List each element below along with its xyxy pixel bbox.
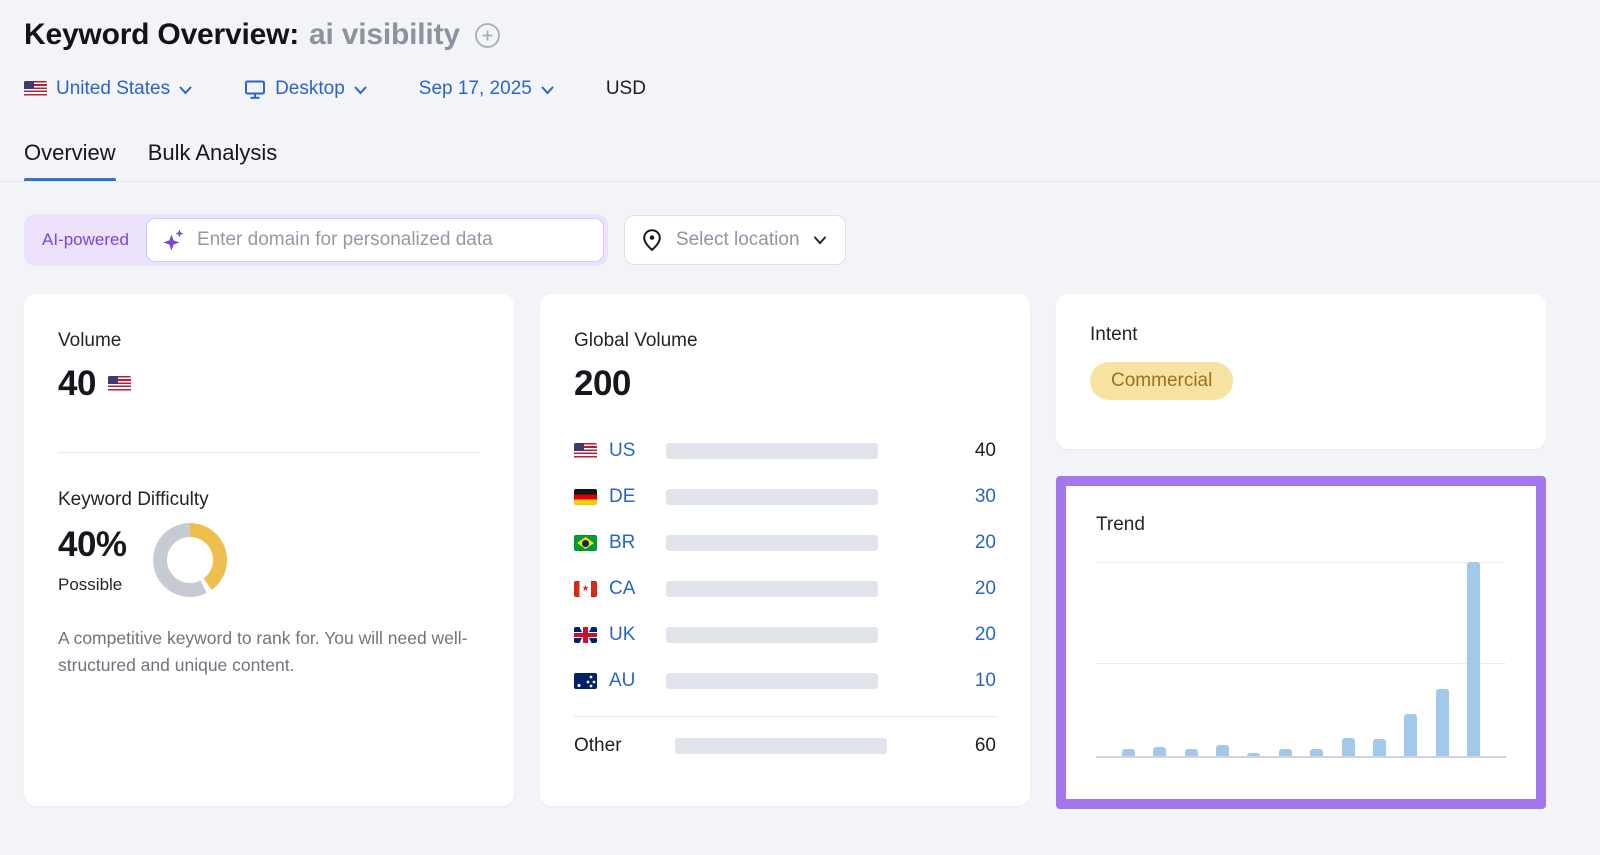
select-location-label: Select location [676, 229, 800, 251]
intent-title: Intent [1090, 324, 1512, 346]
card-divider [58, 452, 480, 453]
trend-bar [1436, 689, 1449, 757]
other-label: Other [574, 735, 666, 757]
trend-bars [1122, 562, 1480, 757]
page-title-keyword: ai visibility [309, 18, 460, 51]
country-volume-row: US 40 [574, 428, 996, 474]
chevron-down-icon [541, 86, 554, 95]
trend-bar [1404, 714, 1417, 757]
right-column: Intent Commercial Trend [1056, 294, 1546, 809]
keyword-difficulty-value: 40% [58, 525, 127, 565]
domain-input[interactable] [197, 229, 589, 251]
country-volume-bar [666, 627, 878, 643]
other-volume-row: Other 60 [574, 723, 996, 769]
keyword-difficulty-title: Keyword Difficulty [58, 489, 480, 511]
currency-label: USD [606, 78, 646, 100]
country-volume-value[interactable]: 20 [878, 624, 996, 646]
country-flag-icon [574, 627, 597, 643]
volume-title: Volume [58, 330, 480, 352]
country-volume-value[interactable]: 40 [878, 440, 996, 462]
chevron-down-icon [813, 236, 827, 245]
chevron-down-icon [354, 86, 367, 95]
country-code-link[interactable]: AU [609, 670, 657, 692]
trend-card: Trend [1056, 476, 1546, 809]
device-filter-label: Desktop [275, 78, 345, 100]
desktop-icon [244, 79, 266, 100]
date-filter[interactable]: Sep 17, 2025 [419, 78, 554, 100]
country-volume-bar [666, 535, 878, 551]
other-volume-bar [675, 738, 887, 754]
personalization-bar: AI-powered Select location [24, 214, 1576, 266]
other-volume-value: 60 [887, 735, 996, 757]
filter-bar: United States Desktop Sep 17, 2025 USD [24, 78, 1576, 100]
country-code-link[interactable]: CA [609, 578, 657, 600]
sparkles-icon [161, 227, 187, 253]
chevron-down-icon [179, 86, 192, 95]
page-title: Keyword Overview: ai visibility [24, 18, 460, 52]
country-volume-value[interactable]: 20 [878, 578, 996, 600]
location-pin-icon [641, 228, 663, 252]
country-volume-list: US 40 DE 30 BR 20 CA 20 UK 20 AU 10 [574, 428, 996, 704]
location-filter-label: United States [56, 78, 170, 100]
country-volume-row: CA 20 [574, 566, 996, 612]
country-volume-row: AU 10 [574, 658, 996, 704]
country-code-link[interactable]: BR [609, 532, 657, 554]
country-volume-row: DE 30 [574, 474, 996, 520]
intent-card: Intent Commercial [1056, 294, 1546, 449]
country-volume-bar [666, 489, 878, 505]
country-code-link[interactable]: DE [609, 486, 657, 508]
country-code-link[interactable]: UK [609, 624, 657, 646]
date-filter-label: Sep 17, 2025 [419, 78, 532, 100]
country-volume-value[interactable]: 30 [878, 486, 996, 508]
keyword-difficulty-label: Possible [58, 575, 127, 595]
country-flag-icon [574, 581, 597, 597]
page-header: Keyword Overview: ai visibility [24, 18, 1576, 52]
trend-title: Trend [1096, 514, 1506, 536]
select-location-dropdown[interactable]: Select location [624, 215, 846, 265]
country-volume-row: UK 20 [574, 612, 996, 658]
country-flag-icon [574, 443, 597, 459]
global-volume-card: Global Volume 200 US 40 DE 30 BR 20 CA 2… [540, 294, 1030, 806]
trend-chart [1096, 562, 1506, 758]
country-volume-bar [666, 673, 878, 689]
page-title-prefix: Keyword Overview: [24, 18, 299, 51]
device-filter[interactable]: Desktop [244, 78, 367, 100]
global-volume-title: Global Volume [574, 330, 996, 352]
keyword-overview-page: Keyword Overview: ai visibility United St… [0, 0, 1600, 809]
keyword-difficulty-description: A competitive keyword to rank for. You w… [58, 625, 478, 679]
volume-value: 40 [58, 364, 96, 404]
location-filter[interactable]: United States [24, 78, 192, 100]
us-flag-icon [24, 81, 47, 97]
country-volume-value[interactable]: 10 [878, 670, 996, 692]
tabs-container: Overview Bulk Analysis [24, 140, 1576, 182]
ai-powered-badge: AI-powered [28, 230, 146, 250]
country-flag-icon [574, 489, 597, 505]
global-volume-value: 200 [574, 364, 996, 404]
country-flag-icon [574, 535, 597, 551]
country-volume-row: BR 20 [574, 520, 996, 566]
country-volume-bar [666, 443, 878, 459]
tabs-divider [0, 181, 1600, 182]
trend-bar [1467, 562, 1480, 757]
domain-input-container[interactable] [146, 218, 604, 262]
ai-powered-group: AI-powered [24, 214, 608, 266]
volume-difficulty-card: Volume 40 Keyword Difficulty 40% Possibl… [24, 294, 514, 806]
trend-bar [1342, 738, 1355, 758]
country-flag-icon [574, 673, 597, 689]
country-volume-bar [666, 581, 878, 597]
add-keyword-icon[interactable] [474, 22, 501, 49]
country-code-link[interactable]: US [609, 440, 657, 462]
tab-overview[interactable]: Overview [24, 140, 116, 182]
card-divider [574, 716, 996, 717]
trend-bar [1373, 739, 1386, 757]
kd-donut [153, 523, 227, 597]
trend-baseline [1096, 756, 1506, 758]
us-flag-icon [108, 376, 131, 392]
country-volume-value[interactable]: 20 [878, 532, 996, 554]
intent-badge[interactable]: Commercial [1090, 362, 1233, 400]
tab-bulk-analysis[interactable]: Bulk Analysis [148, 140, 278, 182]
metrics-cards: Volume 40 Keyword Difficulty 40% Possibl… [24, 294, 1576, 809]
